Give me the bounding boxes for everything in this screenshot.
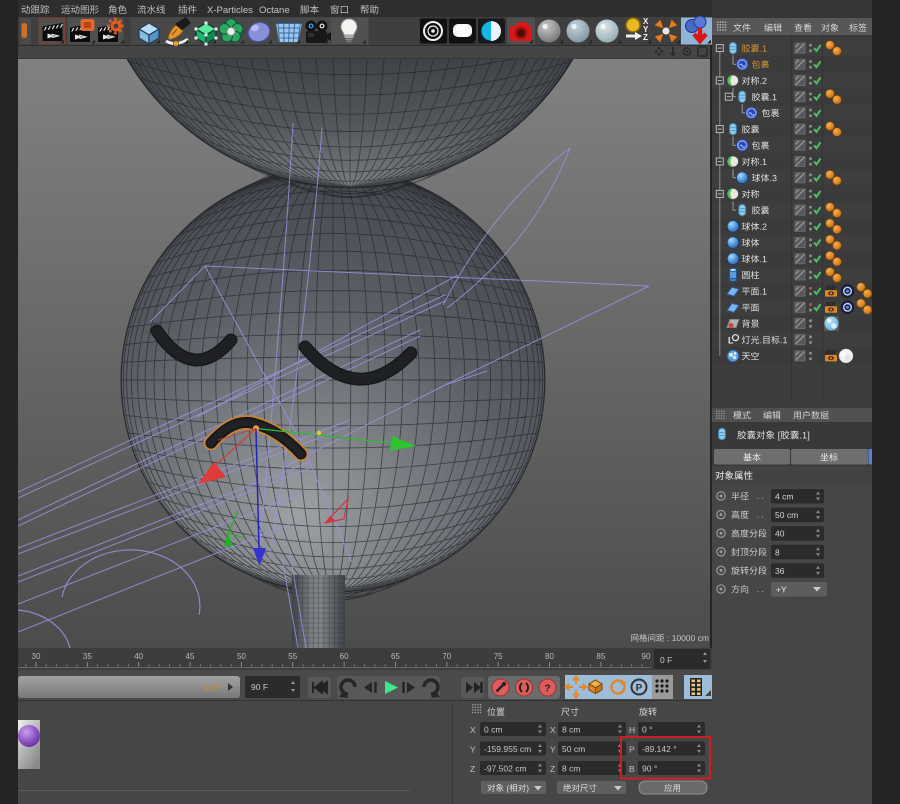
svg-text:60: 60 xyxy=(340,652,349,661)
svg-text:0 F: 0 F xyxy=(660,655,672,665)
svg-text:50 cm: 50 cm xyxy=(775,510,798,520)
svg-text:Y: Y xyxy=(550,745,556,755)
svg-text:-159.955 cm: -159.955 cm xyxy=(484,744,531,754)
svg-text:Y: Y xyxy=(470,745,476,755)
svg-text:75: 75 xyxy=(494,652,503,661)
svg-text:Z: Z xyxy=(470,764,475,774)
svg-text:30: 30 xyxy=(32,652,41,661)
svg-text:P: P xyxy=(636,683,643,694)
svg-text:90 F: 90 F xyxy=(251,682,268,692)
svg-text:Z: Z xyxy=(550,764,555,774)
svg-text:0 cm: 0 cm xyxy=(484,725,502,735)
svg-text:50: 50 xyxy=(237,652,246,661)
svg-text:90 °: 90 ° xyxy=(642,764,657,774)
svg-text:55: 55 xyxy=(288,652,297,661)
svg-text:. .: . . xyxy=(757,511,764,520)
svg-text:P: P xyxy=(629,745,635,755)
svg-text:45: 45 xyxy=(186,652,195,661)
svg-text:50 cm: 50 cm xyxy=(562,744,585,754)
svg-text:40: 40 xyxy=(775,529,785,539)
svg-text:8 cm: 8 cm xyxy=(562,764,580,774)
svg-text:80: 80 xyxy=(545,652,554,661)
svg-text:Z: Z xyxy=(643,33,648,42)
svg-text:X-Particles: X-Particles xyxy=(207,5,253,16)
svg-text:?: ? xyxy=(544,684,550,695)
svg-text:90: 90 xyxy=(642,652,651,661)
svg-text:X: X xyxy=(470,725,476,735)
svg-text:35: 35 xyxy=(83,652,92,661)
svg-text:B: B xyxy=(629,764,635,774)
svg-text:-97.502 cm: -97.502 cm xyxy=(484,764,527,774)
svg-text:X: X xyxy=(550,725,556,735)
svg-text:H: H xyxy=(629,725,635,735)
svg-text:40: 40 xyxy=(134,652,143,661)
svg-text:85: 85 xyxy=(596,652,605,661)
svg-text:0 °: 0 ° xyxy=(642,725,653,735)
svg-text:65: 65 xyxy=(391,652,400,661)
svg-text:36: 36 xyxy=(775,566,785,576)
svg-text:8: 8 xyxy=(775,547,780,557)
svg-text:8 cm: 8 cm xyxy=(562,725,580,735)
svg-text:70: 70 xyxy=(442,652,451,661)
svg-text:4 cm: 4 cm xyxy=(775,492,793,502)
svg-text:. .: . . xyxy=(757,585,764,594)
svg-text:. .: . . xyxy=(757,492,764,501)
svg-text:90 F: 90 F xyxy=(204,683,221,693)
svg-text:-89.142 °: -89.142 ° xyxy=(642,744,677,754)
svg-text:Octane: Octane xyxy=(259,5,290,16)
svg-text:+Y: +Y xyxy=(776,585,787,595)
